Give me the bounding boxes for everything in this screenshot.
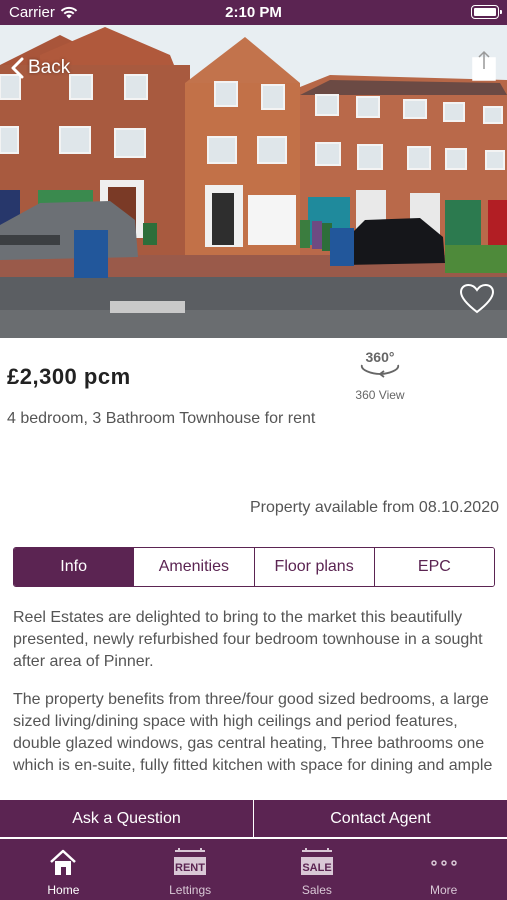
back-label: Back — [28, 57, 71, 78]
property-photo[interactable]: Back — [0, 25, 507, 338]
sale-sign-icon: SALE — [300, 848, 333, 875]
share-button[interactable] — [471, 49, 497, 81]
info-paragraph: Reel Estates are delighted to bring to t… — [13, 609, 483, 670]
chevron-left-icon — [11, 57, 24, 79]
detail-tabs: Info Amenities Floor plans EPC — [13, 547, 495, 587]
heart-icon — [459, 283, 495, 314]
favourite-button[interactable] — [459, 283, 495, 315]
status-time: 2:10 PM — [225, 4, 282, 21]
info-paragraph: The property benefits from three/four go… — [13, 691, 493, 774]
view-360-button[interactable]: 360° 360 View — [340, 347, 420, 402]
info-text: Reel Estates are delighted to bring to t… — [13, 607, 493, 793]
info-content[interactable]: Reel Estates are delighted to bring to t… — [0, 600, 507, 799]
townhouse-illustration — [0, 25, 507, 338]
tab-info[interactable]: Info — [14, 548, 135, 586]
tab-amenities[interactable]: Amenities — [134, 548, 255, 586]
tab-floor-plans[interactable]: Floor plans — [254, 548, 375, 586]
tabbar-item-lettings[interactable]: RENT Lettings — [127, 839, 254, 900]
tabbar-item-home[interactable]: Home — [0, 839, 127, 900]
status-bar: Carrier 2:10 PM — [0, 0, 507, 25]
rent-sign-icon: RENT — [174, 847, 207, 875]
availability-date: Property available from 08.10.2020 — [249, 499, 499, 516]
tab-epc[interactable]: EPC — [374, 548, 494, 586]
tabbar-label: Home — [47, 883, 80, 897]
bottom-tab-bar: Home RENT Lettings SALE Sales More — [0, 839, 507, 900]
home-icon — [50, 849, 77, 875]
view-360-label: 360 View — [355, 388, 405, 402]
more-dots-icon — [430, 860, 457, 866]
property-description: 4 bedroom, 3 Bathroom Townhouse for rent — [7, 410, 316, 427]
share-icon — [472, 50, 496, 81]
view-360-icon-text: 360° — [366, 349, 395, 365]
tabbar-item-more[interactable]: More — [380, 839, 507, 900]
ask-question-button[interactable]: Ask a Question — [0, 800, 254, 837]
contact-agent-button[interactable]: Contact Agent — [254, 800, 507, 837]
tabbar-label: Lettings — [169, 883, 212, 897]
action-bar: Ask a Question Contact Agent — [0, 800, 507, 837]
view-360-icon: 360° — [360, 349, 400, 378]
tabbar-label: More — [429, 883, 458, 897]
sale-sign-text: SALE — [302, 862, 331, 874]
rent-sign-text: RENT — [175, 862, 205, 874]
tabbar-label: Sales — [301, 883, 332, 897]
property-price: £2,300 pcm — [7, 364, 131, 389]
tabbar-item-sales[interactable]: SALE Sales — [254, 839, 381, 900]
back-button[interactable]: Back — [10, 57, 70, 79]
battery-icon — [471, 5, 502, 19]
